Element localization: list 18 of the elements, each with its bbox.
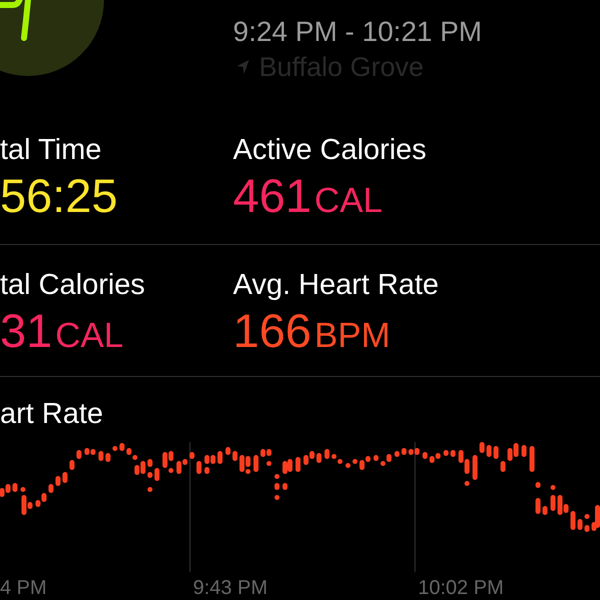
metric-unit: BPM: [314, 316, 390, 356]
axis-label: 9:43 PM: [193, 577, 268, 599]
figure-icon: [0, 0, 104, 76]
metric-label: Active Calories: [233, 134, 426, 167]
metric-value: 461: [233, 170, 312, 222]
metric-label: tal Calories: [0, 269, 146, 302]
axis-label: 4 PM: [0, 577, 47, 599]
location-icon: [237, 60, 249, 74]
metric-value: 56:25: [0, 170, 118, 222]
metric-value: 166: [233, 305, 312, 357]
metric-unit: CAL: [314, 181, 383, 221]
metric-label: tal Time: [0, 134, 102, 167]
metric-value: 31: [0, 305, 52, 357]
axis-label: 10:02 PM: [418, 577, 504, 599]
metric-label: Avg. Heart Rate: [233, 269, 439, 302]
time-range: 9:24 PM - 10:21 PM: [233, 16, 482, 48]
chart-title: art Rate: [0, 398, 104, 431]
metric-unit: CAL: [55, 316, 124, 356]
